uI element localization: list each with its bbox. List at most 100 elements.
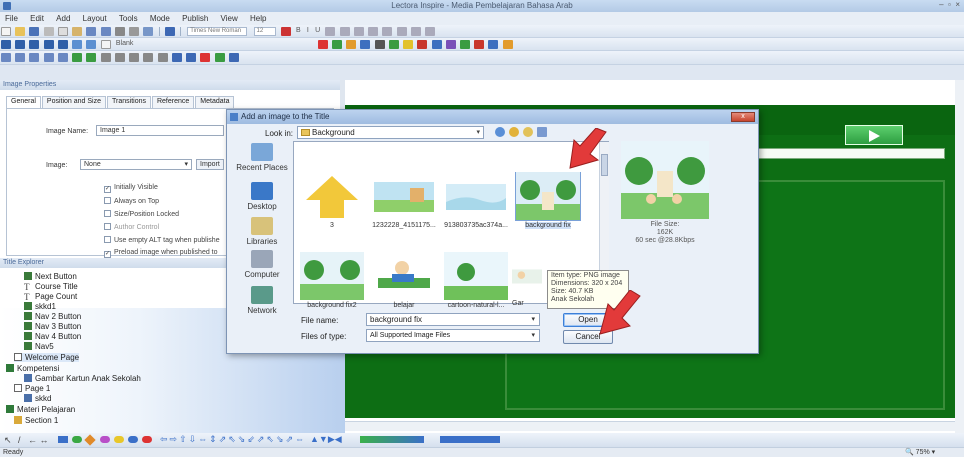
tree-item-nav4-button[interactable]: Nav 4 Button xyxy=(24,332,81,341)
audio-icon[interactable] xyxy=(403,40,414,49)
new-icon[interactable] xyxy=(1,27,11,36)
checkbox-initially-visible[interactable]: ✓ Initially Visible xyxy=(104,184,158,193)
shape-icon[interactable] xyxy=(114,436,124,443)
menu-tools[interactable]: Tools xyxy=(114,12,143,25)
triangle-icons[interactable]: ▲▼▶◀ xyxy=(310,434,342,445)
callout-shapes-icon[interactable] xyxy=(360,436,424,443)
help-icon[interactable] xyxy=(228,53,239,62)
file-item-913803735[interactable]: 913803735ac374a... xyxy=(440,172,512,229)
file-item-background-fix2[interactable]: background fix2 xyxy=(296,252,368,309)
zoom-level[interactable]: 🔍 75% ▾ xyxy=(905,448,935,456)
section-icon[interactable] xyxy=(86,40,97,49)
lock-icon[interactable] xyxy=(157,53,168,62)
indent-icon[interactable] xyxy=(410,27,421,36)
tree-item-gambar-kartun[interactable]: Gambar Kartun Anak Sekolah xyxy=(24,374,141,383)
align-left-icon[interactable] xyxy=(325,27,336,36)
menu-object-icon[interactable] xyxy=(502,40,513,49)
tree-item-nav3-button[interactable]: Nav 3 Button xyxy=(24,322,81,331)
file-item-gar[interactable]: Gar xyxy=(512,252,546,307)
text-box-icon[interactable] xyxy=(374,40,385,49)
diamond-icon[interactable] xyxy=(84,434,96,446)
bold-button[interactable]: B xyxy=(296,27,301,34)
link-icon[interactable] xyxy=(57,53,68,62)
ellipse-icon[interactable] xyxy=(72,436,82,443)
image-select[interactable]: None ▾ xyxy=(80,159,192,170)
block-arrows-icon[interactable]: ⇦⇨⇧⇩⇔⇕⇗⇖⇘⇙⇗⇖⇘⇗⇔ xyxy=(160,434,306,445)
align-right-icon[interactable] xyxy=(353,27,364,36)
file-item-cartoon-natural[interactable]: cartoon-natural-l... xyxy=(440,252,512,309)
place-network[interactable]: Network xyxy=(232,286,292,315)
spell-icon[interactable] xyxy=(143,27,154,36)
distribute-icon[interactable] xyxy=(114,53,125,62)
panel-icon[interactable] xyxy=(43,40,54,49)
italic-button[interactable]: I xyxy=(307,27,309,34)
tab-metadata[interactable]: Metadata xyxy=(195,96,235,108)
tab-reference[interactable]: Reference xyxy=(151,96,195,108)
form-icon[interactable] xyxy=(346,40,357,49)
progress-icon[interactable] xyxy=(488,40,499,49)
file-item-folder-3[interactable]: 3 xyxy=(296,172,368,229)
file-name-input[interactable]: background fix ▾ xyxy=(366,313,540,326)
grid-toggle-icon[interactable] xyxy=(86,53,97,62)
replace-icon[interactable] xyxy=(129,27,140,36)
window-controls[interactable]: – ▫ × xyxy=(939,0,960,9)
size-icon[interactable] xyxy=(129,53,140,62)
chart-icon[interactable] xyxy=(474,40,485,49)
place-recent[interactable]: Recent Places xyxy=(232,143,292,172)
undo-icon[interactable] xyxy=(86,27,97,36)
look-in-combo[interactable]: Background ▾ xyxy=(297,126,484,139)
new-folder-icon[interactable] xyxy=(523,127,533,137)
line-icon[interactable]: / xyxy=(18,435,21,445)
tree-item-skkd1[interactable]: skkd1 xyxy=(24,302,56,311)
align-icon[interactable] xyxy=(100,53,111,62)
zoom-icon[interactable] xyxy=(186,53,197,62)
play-button[interactable] xyxy=(845,125,903,145)
action-icon[interactable] xyxy=(1,53,11,62)
order-icon[interactable] xyxy=(143,53,154,62)
find-icon[interactable] xyxy=(114,27,125,36)
tree-item-page-count[interactable]: T Page Count xyxy=(24,292,77,302)
group-icon[interactable] xyxy=(29,53,40,62)
checkbox-always-on-top[interactable]: Always on Top xyxy=(104,197,159,205)
button-icon[interactable] xyxy=(388,40,399,49)
tree-item-skkd[interactable]: skkd xyxy=(24,394,51,403)
page-icon[interactable] xyxy=(100,40,111,49)
banner-shapes-icon[interactable] xyxy=(440,436,500,443)
table-insert-icon[interactable] xyxy=(72,53,83,62)
open-icon[interactable] xyxy=(15,27,26,36)
test-icon[interactable] xyxy=(317,40,328,49)
meter-icon[interactable] xyxy=(43,53,54,62)
paste-icon[interactable] xyxy=(72,27,83,36)
font-name-combo[interactable]: Times New Roman xyxy=(187,27,248,36)
preview-icon[interactable] xyxy=(164,27,175,36)
grid-icon[interactable] xyxy=(29,40,40,49)
outdent-icon[interactable] xyxy=(425,27,436,36)
frame-icon[interactable] xyxy=(15,40,26,49)
menu-edit[interactable]: Edit xyxy=(25,12,49,25)
up-folder-icon[interactable] xyxy=(509,127,519,137)
vertical-scrollbar[interactable] xyxy=(955,80,964,433)
menu-view[interactable]: View xyxy=(216,12,243,25)
import-button[interactable]: Import xyxy=(196,159,224,170)
menu-help[interactable]: Help xyxy=(245,12,271,25)
tree-item-kompetensi[interactable]: Kompetensi xyxy=(6,364,59,373)
menu-file[interactable]: File xyxy=(0,12,23,25)
menu-layout[interactable]: Layout xyxy=(78,12,112,25)
underline-button[interactable]: U xyxy=(315,27,320,34)
tree-item-nav2-button[interactable]: Nav 2 Button xyxy=(24,312,81,321)
record-icon[interactable] xyxy=(200,53,211,62)
horizontal-scrollbar[interactable] xyxy=(345,421,955,431)
arrow-line-icon[interactable]: ← ↔ xyxy=(28,435,49,445)
video-icon[interactable] xyxy=(417,40,428,49)
tree-item-next-button[interactable]: Next Button xyxy=(24,272,77,281)
table-icon[interactable] xyxy=(459,40,470,49)
tab-transitions[interactable]: Transitions xyxy=(107,96,151,108)
view-menu-icon[interactable] xyxy=(537,127,547,137)
checkbox-preload[interactable]: ✓ Preload image when published to xyxy=(104,249,218,258)
place-libraries[interactable]: Libraries xyxy=(232,217,292,246)
close-button[interactable]: x xyxy=(731,112,755,122)
chapter-icon[interactable] xyxy=(72,40,83,49)
rectangle-icon[interactable] xyxy=(58,436,68,443)
tree-item-section1[interactable]: Section 1 xyxy=(14,416,58,425)
tab-position-size[interactable]: Position and Size xyxy=(41,96,106,108)
